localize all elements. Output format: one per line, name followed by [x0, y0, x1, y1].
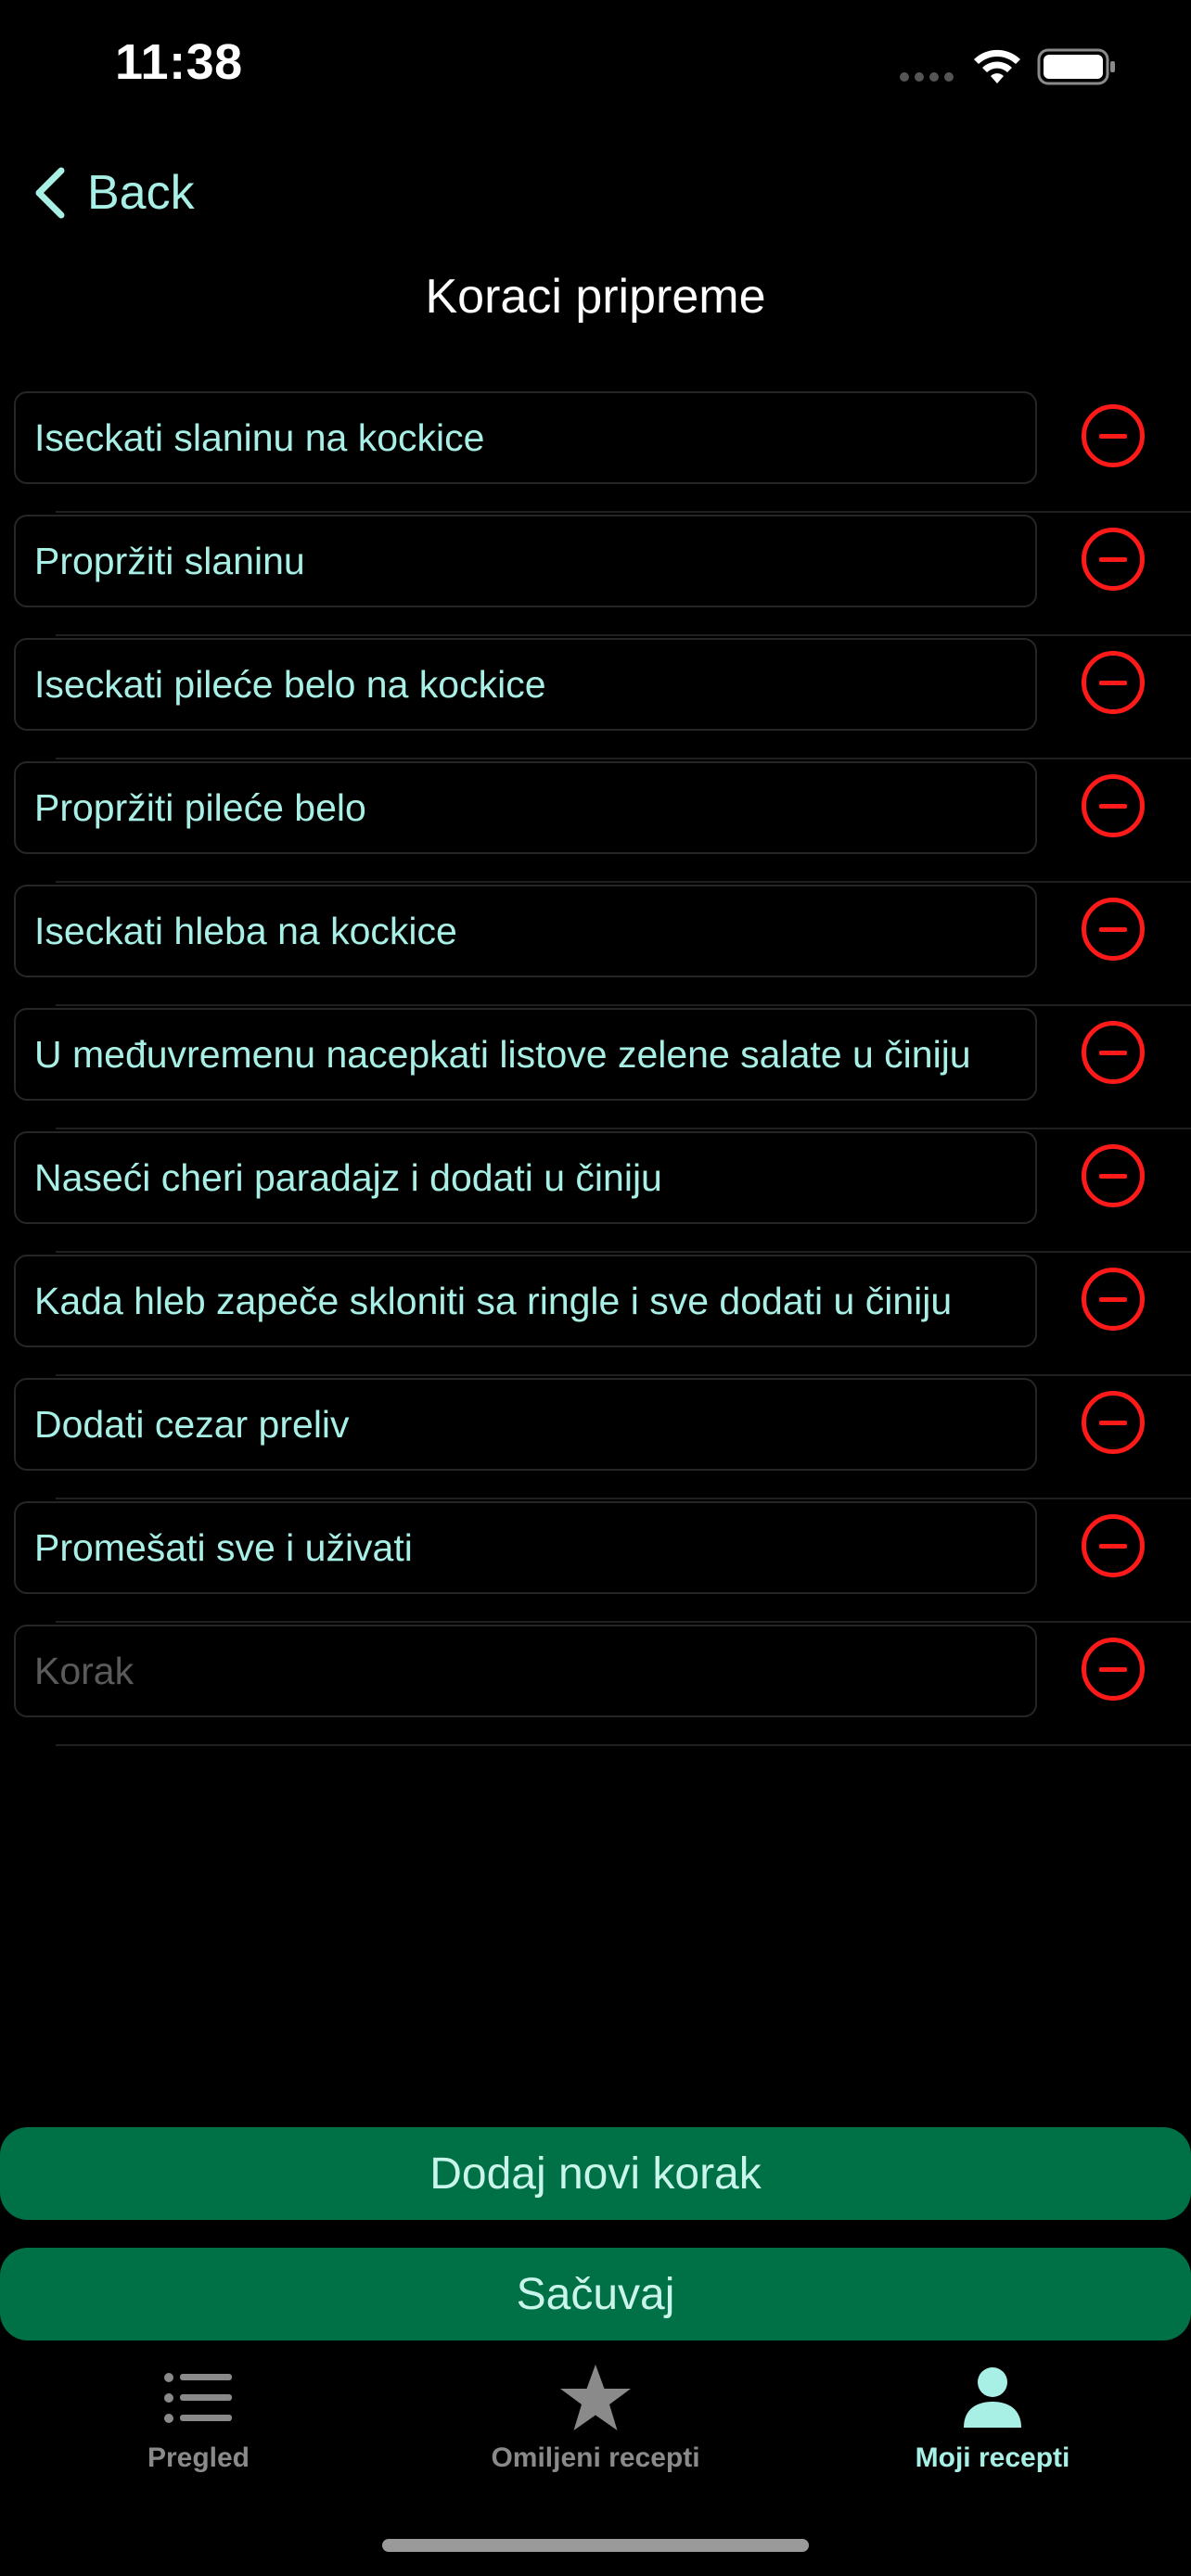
person-icon — [962, 2353, 1023, 2442]
list-item: Iseckati pileće belo na kockice — [0, 636, 1191, 759]
step-field[interactable]: Iseckati slaninu na kockice — [14, 391, 1037, 484]
tab-pregled[interactable]: Pregled — [59, 2342, 338, 2491]
status-time: 11:38 — [115, 34, 243, 90]
step-field[interactable]: Dodati cezar preliv — [14, 1378, 1037, 1471]
remove-step-button[interactable] — [1082, 1638, 1145, 1701]
wifi-icon — [974, 49, 1020, 83]
remove-step-button[interactable] — [1082, 1391, 1145, 1454]
tab-omiljeni-recepti[interactable]: Omiljeni recepti — [456, 2342, 735, 2491]
step-field[interactable]: Naseći cheri paradajz i dodati u činiju — [14, 1131, 1037, 1224]
home-indicator — [382, 2539, 809, 2552]
chevron-left-icon — [35, 167, 65, 219]
remove-step-button[interactable] — [1082, 528, 1145, 591]
star-icon — [558, 2353, 633, 2442]
tab-moji-recepti[interactable]: Moji recepti — [853, 2342, 1132, 2491]
list-item: Iseckati hleba na kockice — [0, 883, 1191, 1006]
remove-step-button[interactable] — [1082, 1268, 1145, 1331]
list-item: Kada hleb zapeče skloniti sa ringle i sv… — [0, 1253, 1191, 1376]
step-field[interactable]: Kada hleb zapeče skloniti sa ringle i sv… — [14, 1255, 1037, 1347]
list-item: Dodati cezar preliv — [0, 1376, 1191, 1499]
steps-list: Iseckati slaninu na kockice Propržiti sl… — [0, 389, 1191, 1746]
remove-step-button[interactable] — [1082, 1021, 1145, 1084]
status-bar: 11:38 — [0, 0, 1191, 139]
step-field[interactable]: Iseckati hleba na kockice — [14, 885, 1037, 977]
add-step-button[interactable]: Dodaj novi korak — [0, 2127, 1191, 2220]
cellular-signal-icon — [900, 72, 954, 82]
list-item: Korak — [0, 1623, 1191, 1746]
step-field[interactable]: Propržiti slaninu — [14, 515, 1037, 607]
new-step-input[interactable]: Korak — [14, 1625, 1037, 1717]
step-field[interactable]: Promešati sve i uživati — [14, 1501, 1037, 1594]
list-item: Promešati sve i uživati — [0, 1499, 1191, 1623]
divider — [56, 1744, 1191, 1746]
list-item: Iseckati slaninu na kockice — [0, 389, 1191, 513]
battery-icon — [1037, 48, 1115, 85]
page-title: Koraci pripreme — [425, 270, 766, 324]
remove-step-button[interactable] — [1082, 1144, 1145, 1207]
back-label: Back — [87, 166, 195, 220]
list-icon — [163, 2353, 234, 2442]
remove-step-button[interactable] — [1082, 651, 1145, 714]
remove-step-button[interactable] — [1082, 404, 1145, 467]
tab-label: Pregled — [147, 2442, 250, 2473]
back-button[interactable]: Back — [32, 159, 195, 226]
remove-step-button[interactable] — [1082, 1514, 1145, 1577]
remove-step-button[interactable] — [1082, 774, 1145, 837]
step-field[interactable]: Propržiti pileće belo — [14, 761, 1037, 854]
tab-label: Omiljeni recepti — [491, 2442, 700, 2473]
list-item: Propržiti slaninu — [0, 513, 1191, 636]
list-item: U međuvremenu nacepkati listove zelene s… — [0, 1006, 1191, 1129]
save-button[interactable]: Sačuvaj — [0, 2248, 1191, 2340]
tab-bar: Pregled Omiljeni recepti Moji recepti — [0, 2342, 1191, 2491]
remove-step-button[interactable] — [1082, 898, 1145, 961]
step-field[interactable]: Iseckati pileće belo na kockice — [14, 638, 1037, 731]
step-field[interactable]: U međuvremenu nacepkati listove zelene s… — [14, 1008, 1037, 1101]
tab-label: Moji recepti — [915, 2442, 1070, 2473]
list-item: Naseći cheri paradajz i dodati u činiju — [0, 1129, 1191, 1253]
list-item: Propržiti pileće belo — [0, 759, 1191, 883]
